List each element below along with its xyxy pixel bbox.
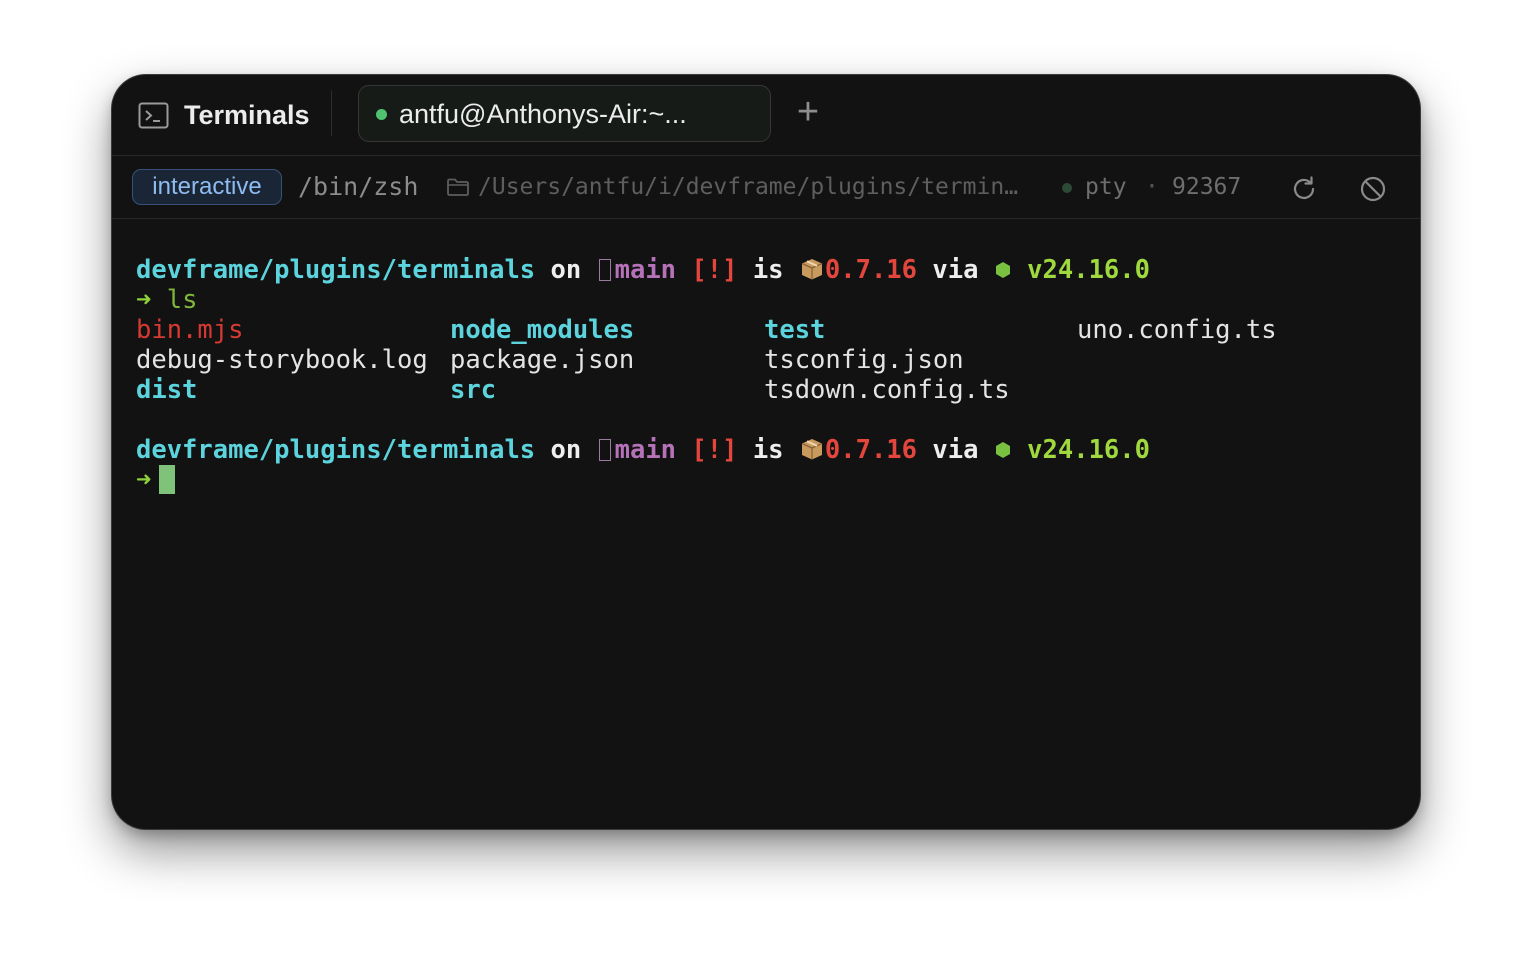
terminal-icon xyxy=(138,102,169,129)
session-info-bar: interactive /bin/zsh /Users/antfu/i/devf… xyxy=(112,156,1420,219)
process-pid: 92367 xyxy=(1172,174,1242,200)
mode-badge: interactive xyxy=(132,169,282,205)
ls-entry: package.json xyxy=(450,345,635,375)
package-version: 0.7.16 xyxy=(824,435,918,465)
tab-status-dot xyxy=(376,109,387,120)
terminal-output[interactable]: devframe/plugins/terminals on main [!] i… xyxy=(136,255,1400,809)
ls-entry: dist xyxy=(136,375,198,405)
terminal-cursor xyxy=(159,465,176,494)
prompt-line: devframe/plugins/terminals on main [!] i… xyxy=(136,435,1150,465)
shell-path: /bin/zsh xyxy=(298,172,419,201)
ls-row: bin.mjs node_modules test uno.config.ts xyxy=(136,315,1400,345)
title-divider xyxy=(331,90,332,136)
ls-row: dist src tsdown.config.ts xyxy=(136,375,1400,405)
ls-entry: bin.mjs xyxy=(136,315,244,345)
terminal-tab[interactable]: antfu@Anthonys-Air:~... xyxy=(358,85,771,142)
folder-icon xyxy=(447,178,469,196)
prompt-dir: devframe/plugins/terminals xyxy=(136,255,536,285)
ls-entry: uno.config.ts xyxy=(1077,315,1277,345)
git-status: [!] xyxy=(691,255,738,285)
title-bar: Terminals antfu@Anthonys-Air:~... + xyxy=(112,75,1420,156)
git-status: [!] xyxy=(691,435,738,465)
ls-entry: debug-storybook.log xyxy=(136,345,428,375)
git-branch: main xyxy=(614,255,677,285)
ls-entry: tsdown.config.ts xyxy=(764,375,1010,405)
terminal-window: Terminals antfu@Anthonys-Air:~... + inte… xyxy=(112,75,1420,829)
prompt-dir: devframe/plugins/terminals xyxy=(136,435,536,465)
node-version: v24.16.0 xyxy=(1027,435,1150,465)
prompt-line: devframe/plugins/terminals on main [!] i… xyxy=(136,255,1150,285)
ls-entry: node_modules xyxy=(450,315,635,345)
ban-icon[interactable] xyxy=(1356,172,1390,206)
package-version: 0.7.16 xyxy=(824,255,918,285)
process-status-dot xyxy=(1062,183,1072,193)
node-icon xyxy=(995,442,1010,458)
ls-row: debug-storybook.log package.json tsconfi… xyxy=(136,345,1400,375)
cwd-path: /Users/antfu/i/devframe/plugins/termin… xyxy=(478,174,1019,200)
ls-entry: src xyxy=(450,375,497,405)
git-branch: main xyxy=(614,435,677,465)
tab-label: antfu@Anthonys-Air:~... xyxy=(399,99,687,129)
app-title: Terminals xyxy=(184,100,310,130)
command-text: ls xyxy=(166,285,198,315)
package-icon xyxy=(801,439,823,460)
prompt-arrow: ➜ xyxy=(136,465,152,495)
ls-entry: test xyxy=(764,315,826,345)
prompt-arrow: ➜ xyxy=(136,285,152,315)
package-icon xyxy=(801,259,823,280)
new-tab-button[interactable]: + xyxy=(792,93,824,131)
input-line[interactable]: ➜ xyxy=(136,465,1400,495)
process-separator: · xyxy=(1145,174,1159,200)
node-version: v24.16.0 xyxy=(1027,255,1150,285)
ls-entry: tsconfig.json xyxy=(764,345,964,375)
process-type: pty xyxy=(1085,174,1127,200)
git-branch-icon xyxy=(598,259,611,281)
refresh-icon[interactable] xyxy=(1288,173,1320,205)
git-branch-icon xyxy=(598,439,611,461)
command-line: ➜ ls xyxy=(136,285,1400,315)
node-icon xyxy=(995,262,1010,278)
